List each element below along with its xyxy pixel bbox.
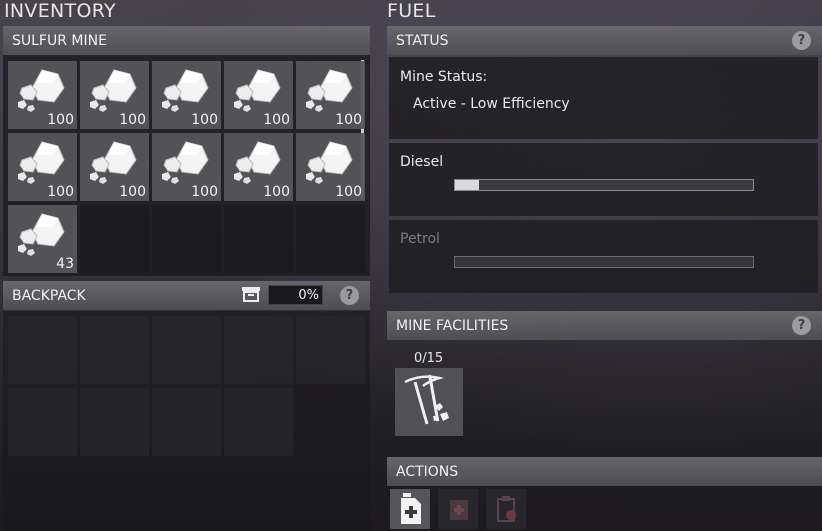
slot-quantity: 100: [191, 184, 218, 200]
slot-quantity: 100: [335, 184, 362, 200]
backpack-help-icon[interactable]: ?: [340, 286, 359, 305]
backpack-slot-empty[interactable]: [224, 388, 293, 456]
inventory-slot-sulfur[interactable]: 100: [296, 133, 365, 201]
petrol-progress-bar: [454, 256, 754, 268]
diesel-panel: Diesel: [389, 143, 818, 216]
slot-quantity: 100: [191, 112, 218, 128]
sulfur-mine-header-label: SULFUR MINE: [12, 32, 107, 49]
add-fuel-canister-icon: [399, 492, 423, 530]
clipboard-remove-icon: [495, 495, 519, 527]
inventory-slot-sulfur[interactable]: 100: [224, 61, 293, 129]
backpack-capacity-field: 0%: [268, 285, 323, 305]
inventory-slot-sulfur[interactable]: 100: [296, 61, 365, 129]
backpack-slot-empty[interactable]: [152, 316, 221, 384]
pickaxe-icon: [399, 372, 459, 436]
mine-status-value: Active - Low Efficiency: [413, 96, 570, 112]
inventory-slot-empty[interactable]: [224, 205, 293, 273]
facility-slot[interactable]: [395, 368, 463, 436]
sulfur-mine-header: SULFUR MINE: [3, 26, 370, 55]
backpack-slot-empty[interactable]: [224, 316, 293, 384]
mine-status-label: Mine Status:: [400, 69, 488, 85]
slot-quantity: 100: [119, 112, 146, 128]
petrol-label: Petrol: [400, 231, 440, 247]
inventory-slot-sulfur[interactable]: 100: [152, 61, 221, 129]
add-fuel-button[interactable]: [390, 489, 430, 529]
backpack-capacity-value: 0%: [298, 288, 319, 303]
inventory-slot-empty[interactable]: [152, 205, 221, 273]
mine-status-panel: Mine Status: Active - Low Efficiency: [389, 57, 818, 139]
slot-quantity: 43: [56, 256, 74, 272]
actions-header-label: ACTIONS: [396, 463, 459, 480]
add-medkit-button[interactable]: [438, 489, 478, 529]
backpack-slot-empty[interactable]: [8, 316, 77, 384]
slot-quantity: 100: [263, 184, 290, 200]
inventory-slot-sulfur[interactable]: 100: [8, 133, 77, 201]
petrol-panel: Petrol: [389, 220, 818, 293]
inventory-slot-sulfur[interactable]: 100: [224, 133, 293, 201]
inventory-slot-sulfur[interactable]: 100: [8, 61, 77, 129]
inventory-slot-sulfur[interactable]: 43: [8, 205, 77, 273]
status-header: STATUS: [387, 26, 822, 55]
facilities-count: 0/15: [414, 351, 444, 366]
backpack-slot-empty[interactable]: [80, 388, 149, 456]
actions-header: ACTIONS: [387, 457, 822, 486]
diesel-progress-bar: [454, 179, 754, 191]
backpack-slot-empty[interactable]: [80, 316, 149, 384]
mine-facilities-header: MINE FACILITIES: [387, 311, 822, 340]
inventory-slot-empty[interactable]: [296, 205, 365, 273]
status-header-label: STATUS: [396, 32, 449, 49]
inventory-slot-empty[interactable]: [80, 205, 149, 273]
diesel-progress-fill: [455, 180, 479, 190]
inventory-slot-sulfur[interactable]: 100: [152, 133, 221, 201]
clipboard-remove-button[interactable]: [486, 489, 526, 529]
slot-quantity: 100: [263, 112, 290, 128]
slot-quantity: 100: [119, 184, 146, 200]
slot-quantity: 100: [47, 184, 74, 200]
inventory-slot-sulfur[interactable]: 100: [80, 61, 149, 129]
mine-facilities-header-label: MINE FACILITIES: [396, 317, 509, 334]
storage-box-icon: [241, 286, 261, 302]
backpack-slot-empty[interactable]: [152, 388, 221, 456]
status-help-icon[interactable]: ?: [792, 31, 811, 50]
backpack-header-label: BACKPACK: [12, 287, 86, 304]
add-medkit-icon: [448, 497, 470, 527]
diesel-label: Diesel: [400, 154, 444, 170]
mine-facilities-help-icon[interactable]: ?: [792, 316, 811, 335]
backpack-slot-empty[interactable]: [296, 316, 365, 384]
inventory-slot-sulfur[interactable]: 100: [80, 133, 149, 201]
inventory-title: INVENTORY: [4, 0, 116, 22]
slot-quantity: 100: [47, 112, 74, 128]
slot-quantity: 100: [335, 112, 362, 128]
backpack-slot-empty[interactable]: [8, 388, 77, 456]
fuel-title: FUEL: [387, 0, 436, 22]
